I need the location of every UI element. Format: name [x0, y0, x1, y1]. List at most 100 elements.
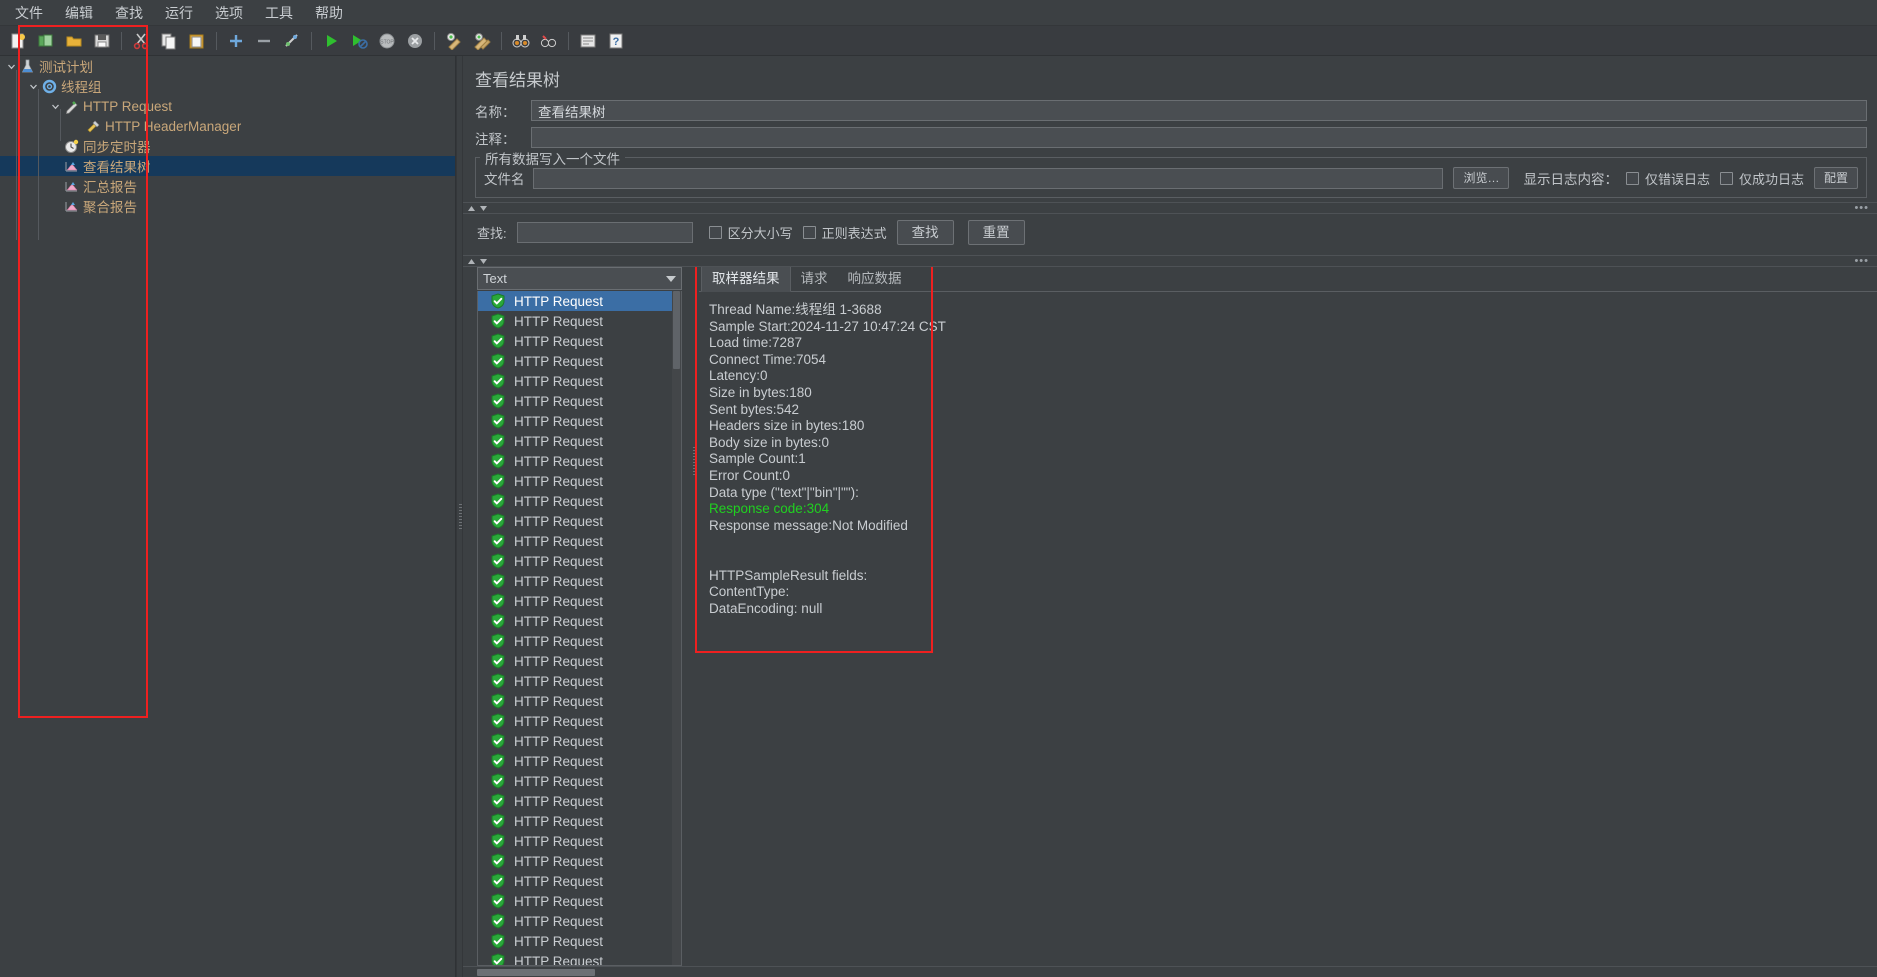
- sample-result-row[interactable]: HTTP Request: [478, 891, 681, 911]
- comment-input[interactable]: [531, 127, 1867, 148]
- menu-run[interactable]: 运行: [154, 0, 204, 26]
- tree-item-summary-report[interactable]: 汇总报告: [0, 176, 455, 196]
- menu-search[interactable]: 查找: [104, 0, 154, 26]
- sample-result-list[interactable]: HTTP Request HTTP Request HTTP Request HTTP…: [477, 291, 682, 966]
- start-icon[interactable]: [318, 29, 344, 53]
- clear-all-icon[interactable]: [469, 29, 495, 53]
- save-icon[interactable]: [89, 29, 115, 53]
- name-input[interactable]: [531, 100, 1867, 121]
- tree-item-view-results-tree[interactable]: 查看结果树: [0, 156, 455, 176]
- filename-input[interactable]: [532, 167, 1444, 189]
- sample-result-row[interactable]: HTTP Request: [478, 871, 681, 891]
- sample-result-row[interactable]: HTTP Request: [478, 551, 681, 571]
- tab-request[interactable]: 请求: [791, 267, 838, 291]
- menu-help[interactable]: 帮助: [304, 0, 354, 26]
- sample-result-row[interactable]: HTTP Request: [478, 791, 681, 811]
- reset-search-icon[interactable]: [536, 29, 562, 53]
- function-helper-icon[interactable]: [575, 29, 601, 53]
- open-template-icon[interactable]: [33, 29, 59, 53]
- stop-icon[interactable]: STOP: [374, 29, 400, 53]
- sample-result-row[interactable]: HTTP Request: [478, 631, 681, 651]
- sample-result-row[interactable]: HTTP Request: [478, 391, 681, 411]
- sample-result-row[interactable]: HTTP Request: [478, 371, 681, 391]
- start-no-pause-icon[interactable]: [346, 29, 372, 53]
- shutdown-icon[interactable]: [402, 29, 428, 53]
- success-log-only-checkbox[interactable]: 仅成功日志: [1719, 169, 1804, 188]
- sample-result-row[interactable]: HTTP Request: [478, 571, 681, 591]
- sample-result-row[interactable]: HTTP Request: [478, 851, 681, 871]
- sample-result-row[interactable]: HTTP Request: [478, 591, 681, 611]
- tree-item-http-request[interactable]: HTTP Request: [0, 96, 455, 116]
- horizontal-scrollbar[interactable]: [463, 966, 1877, 977]
- search-binoculars-icon[interactable]: [508, 29, 534, 53]
- reset-button[interactable]: 重置: [967, 220, 1025, 245]
- sample-result-row[interactable]: HTTP Request: [478, 691, 681, 711]
- sample-result-row[interactable]: HTTP Request: [478, 491, 681, 511]
- tree-item-sync-timer[interactable]: 同步定时器: [0, 136, 455, 156]
- sample-result-row[interactable]: HTTP Request: [478, 451, 681, 471]
- search-input[interactable]: [516, 222, 693, 243]
- sample-result-row[interactable]: HTTP Request: [478, 831, 681, 851]
- sample-result-row[interactable]: HTTP Request: [478, 751, 681, 771]
- collapse-all-icon[interactable]: [251, 29, 277, 53]
- sample-result-row[interactable]: HTTP Request: [478, 611, 681, 631]
- case-sensitive-checkbox[interactable]: 区分大小写: [708, 223, 793, 242]
- sample-result-row[interactable]: HTTP Request: [478, 471, 681, 491]
- success-shield-icon: [490, 953, 506, 965]
- copy-icon[interactable]: [156, 29, 182, 53]
- open-folder-icon[interactable]: [61, 29, 87, 53]
- sample-result-row[interactable]: HTTP Request: [478, 771, 681, 791]
- sample-result-row[interactable]: HTTP Request: [478, 911, 681, 931]
- tree-item-test-plan[interactable]: 测试计划: [0, 56, 455, 76]
- sample-result-row[interactable]: HTTP Request: [478, 931, 681, 951]
- help-icon[interactable]: ?: [603, 29, 629, 53]
- menu-tools[interactable]: 工具: [254, 0, 304, 26]
- paste-icon[interactable]: [184, 29, 210, 53]
- list-vertical-scrollbar[interactable]: [672, 291, 681, 965]
- renderer-select[interactable]: Text: [477, 267, 682, 290]
- cut-icon[interactable]: [128, 29, 154, 53]
- sample-result-row[interactable]: HTTP Request: [478, 511, 681, 531]
- browse-button[interactable]: 浏览…: [1453, 167, 1510, 189]
- sampler-result-text[interactable]: Thread Name:线程组 1-3688 Sample Start:2024-…: [699, 292, 1877, 966]
- configure-button[interactable]: 配置: [1813, 167, 1858, 189]
- sample-result-row[interactable]: HTTP Request: [478, 431, 681, 451]
- sample-result-row[interactable]: HTTP Request: [478, 811, 681, 831]
- sample-result-row[interactable]: HTTP Request: [478, 331, 681, 351]
- sample-result-row[interactable]: HTTP Request: [478, 311, 681, 331]
- groupbox-border: [476, 157, 1866, 158]
- sample-result-row[interactable]: HTTP Request: [478, 651, 681, 671]
- toggle-icon[interactable]: [279, 29, 305, 53]
- sample-result-row[interactable]: HTTP Request: [478, 951, 681, 965]
- test-plan-tree[interactable]: 测试计划 线程组 HTTP Request HTTP HeaderManager 同步定…: [0, 56, 456, 977]
- scrollbar-thumb[interactable]: [673, 291, 680, 369]
- tab-response-data[interactable]: 响应数据: [838, 267, 912, 291]
- tree-item-thread-group[interactable]: 线程组: [0, 76, 455, 96]
- sample-result-row[interactable]: HTTP Request: [478, 351, 681, 371]
- results-panel-splitter[interactable]: •••: [463, 255, 1877, 267]
- sample-result-row[interactable]: HTTP Request: [478, 531, 681, 551]
- sample-result-row[interactable]: HTTP Request: [478, 291, 681, 311]
- sample-result-row[interactable]: HTTP Request: [478, 411, 681, 431]
- menu-edit[interactable]: 编辑: [54, 0, 104, 26]
- tree-detail-splitter[interactable]: [456, 56, 463, 977]
- menu-options[interactable]: 选项: [204, 0, 254, 26]
- splitter-arrows[interactable]: [467, 205, 488, 212]
- tree-item-aggregate-report[interactable]: 聚合报告: [0, 196, 455, 216]
- scrollbar-thumb[interactable]: [477, 969, 595, 976]
- list-detail-splitter[interactable]: [691, 267, 699, 966]
- error-log-only-checkbox[interactable]: 仅错误日志: [1625, 169, 1710, 188]
- search-panel-splitter[interactable]: •••: [463, 202, 1877, 214]
- find-button[interactable]: 查找: [896, 220, 954, 245]
- sample-result-row[interactable]: HTTP Request: [478, 671, 681, 691]
- sample-result-row[interactable]: HTTP Request: [478, 711, 681, 731]
- sample-result-row[interactable]: HTTP Request: [478, 731, 681, 751]
- splitter-arrows[interactable]: [467, 258, 488, 265]
- clear-icon[interactable]: [441, 29, 467, 53]
- tree-item-http-headermanager[interactable]: HTTP HeaderManager: [0, 116, 455, 136]
- new-file-icon[interactable]: [5, 29, 31, 53]
- regexp-checkbox[interactable]: 正则表达式: [802, 223, 887, 242]
- menu-file[interactable]: 文件: [4, 0, 54, 26]
- expand-all-icon[interactable]: [223, 29, 249, 53]
- tab-sampler-result[interactable]: 取样器结果: [701, 267, 791, 292]
